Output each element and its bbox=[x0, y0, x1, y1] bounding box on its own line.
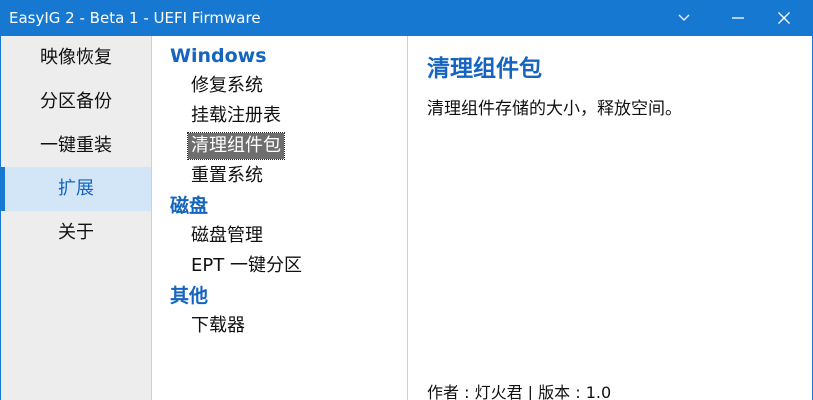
tree-category-windows[interactable]: Windows bbox=[170, 43, 267, 69]
tree-item-ept-partition[interactable]: EPT 一键分区 bbox=[188, 253, 305, 279]
tree-item-disk-management[interactable]: 磁盘管理 bbox=[188, 223, 266, 249]
window-title: EasyIG 2 - Beta 1 - UEFI Firmware bbox=[9, 9, 261, 27]
tree-item-cleanup-components[interactable]: 清理组件包 bbox=[187, 132, 285, 160]
sidebar-item-one-click-reinstall[interactable]: 一键重装 bbox=[1, 124, 151, 168]
minimize-icon bbox=[732, 17, 744, 19]
sidebar-item-image-restore[interactable]: 映像恢复 bbox=[1, 36, 151, 80]
title-bar[interactable]: EasyIG 2 - Beta 1 - UEFI Firmware bbox=[0, 0, 813, 36]
tree-category-other[interactable]: 其他 bbox=[170, 283, 208, 309]
feature-tree: Windows 修复系统 挂载注册表 清理组件包 重置系统 磁盘 磁盘管理 EP… bbox=[153, 36, 408, 400]
collapse-button[interactable] bbox=[661, 0, 707, 36]
sidebar-item-about[interactable]: 关于 bbox=[1, 211, 151, 255]
detail-title: 清理组件包 bbox=[427, 56, 542, 82]
detail-description: 清理组件存储的大小，释放空间。 bbox=[427, 99, 682, 119]
minimize-button[interactable] bbox=[715, 0, 761, 36]
chevron-down-icon bbox=[678, 14, 690, 22]
detail-panel: 清理组件包 清理组件存储的大小，释放空间。 作者 : 灯火君 | 版本 : 1.… bbox=[409, 36, 812, 400]
tree-item-mount-registry[interactable]: 挂载注册表 bbox=[188, 103, 284, 129]
sidebar-item-extensions[interactable]: 扩展 bbox=[1, 167, 151, 211]
detail-footer: 作者 : 灯火君 | 版本 : 1.0 bbox=[427, 383, 612, 400]
close-button[interactable] bbox=[761, 0, 807, 36]
tree-item-downloader[interactable]: 下载器 bbox=[188, 313, 248, 339]
sidebar: 映像恢复 分区备份 一键重装 扩展 关于 bbox=[1, 36, 152, 400]
tree-item-repair-system[interactable]: 修复系统 bbox=[188, 73, 266, 99]
sidebar-item-partition-backup[interactable]: 分区备份 bbox=[1, 80, 151, 124]
close-icon bbox=[778, 12, 790, 24]
tree-category-disk[interactable]: 磁盘 bbox=[170, 193, 208, 219]
tree-item-reset-system[interactable]: 重置系统 bbox=[188, 163, 266, 189]
